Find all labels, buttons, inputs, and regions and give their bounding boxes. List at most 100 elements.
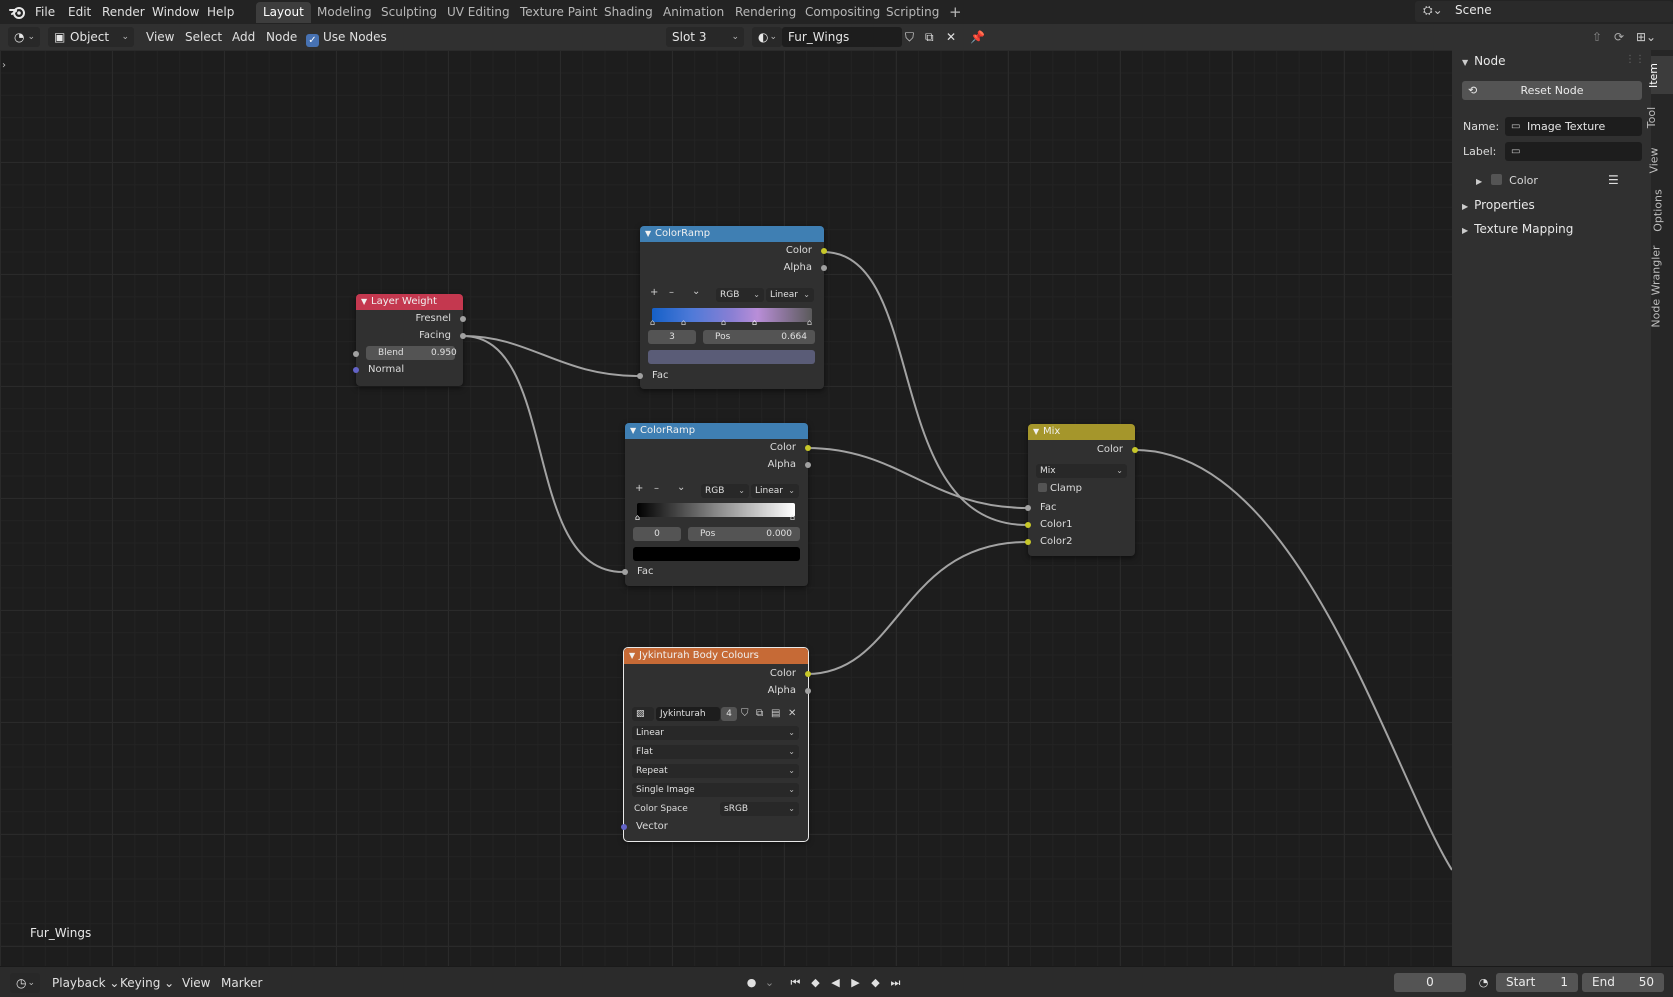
- tab-scripting[interactable]: Scripting: [879, 2, 946, 23]
- ramp-mode-dropdown[interactable]: RGB ⌄: [716, 288, 764, 302]
- node-header[interactable]: ▼ Layer Weight: [356, 294, 463, 310]
- snap-options-icon[interactable]: ⊞⌄: [1636, 27, 1656, 47]
- blend-input-socket[interactable]: [353, 351, 359, 357]
- prev-keyframe-icon[interactable]: ◆: [806, 973, 825, 992]
- tab-node-wrangler[interactable]: Node Wrangler: [1650, 244, 1673, 332]
- preview-range-stopwatch-icon[interactable]: ◔: [1474, 973, 1493, 992]
- ramp-menu-chevron-icon[interactable]: ⌄: [692, 286, 700, 297]
- expand-triangle-icon[interactable]: ▶: [1462, 226, 1468, 235]
- ramp-stop-marker[interactable]: ⌂: [681, 318, 686, 327]
- use-nodes-toggle[interactable]: ✓ Use Nodes: [306, 27, 387, 47]
- node-header[interactable]: ▼ Mix: [1028, 424, 1135, 440]
- image-name-field[interactable]: Jykinturah B...: [656, 707, 720, 721]
- blend-type-dropdown[interactable]: Mix ⌄: [1036, 464, 1127, 478]
- node-name-field[interactable]: ▭ Image Texture: [1505, 117, 1642, 136]
- unlink-material-icon[interactable]: ✕: [946, 27, 956, 47]
- timeline-menu-marker[interactable]: Marker: [221, 974, 262, 992]
- jump-start-icon[interactable]: ⏮: [786, 973, 805, 992]
- use-nodes-checkbox[interactable]: ✓: [306, 34, 319, 47]
- collapse-triangle-icon[interactable]: ▼: [629, 648, 635, 664]
- layer-weight-node[interactable]: ▼ Layer Weight Fresnel Facing Blend 0.950…: [353, 294, 466, 386]
- next-keyframe-icon[interactable]: ◆: [866, 973, 885, 992]
- tab-uv-editing[interactable]: UV Editing: [440, 2, 517, 23]
- collapse-triangle-icon[interactable]: ▼: [645, 226, 651, 242]
- socket-color1[interactable]: Color1: [1025, 518, 1072, 532]
- tab-animation[interactable]: Animation: [656, 2, 731, 23]
- ramp-stop-marker-active[interactable]: ⌂: [635, 513, 640, 522]
- expand-triangle-icon[interactable]: ▶: [1476, 177, 1482, 186]
- stop-pos-field[interactable]: Pos 0.664: [703, 330, 815, 344]
- tab-sculpting[interactable]: Sculpting: [374, 2, 444, 23]
- remove-stop-icon[interactable]: –: [669, 287, 674, 298]
- stop-color-swatch[interactable]: [648, 350, 815, 364]
- parent-tree-icon[interactable]: ⇧: [1592, 27, 1602, 47]
- mix-node[interactable]: ▼ Mix Color Mix ⌄ Clamp Fac Color1 Color2: [1025, 424, 1138, 556]
- duplicate-image-icon[interactable]: ⧉: [756, 708, 763, 719]
- tab-modeling[interactable]: Modeling: [310, 2, 379, 23]
- start-frame-field[interactable]: Start 1: [1496, 973, 1578, 992]
- socket-color2[interactable]: Color2: [1025, 535, 1072, 549]
- add-stop-icon[interactable]: +: [635, 483, 643, 494]
- color-ramp-gradient[interactable]: [637, 503, 795, 517]
- color-presets-icon[interactable]: ☰: [1608, 173, 1619, 187]
- projection-dropdown[interactable]: Flat ⌄: [632, 745, 799, 759]
- stop-color-swatch[interactable]: [633, 547, 800, 561]
- output-socket[interactable]: [460, 316, 466, 322]
- blender-logo-icon[interactable]: [8, 2, 28, 22]
- open-folder-icon[interactable]: ▤: [771, 708, 780, 719]
- input-socket[interactable]: [353, 367, 359, 373]
- expand-triangle-icon[interactable]: ▼: [1462, 58, 1468, 67]
- clamp-toggle[interactable]: Clamp: [1038, 482, 1082, 496]
- tab-rendering[interactable]: Rendering: [728, 2, 803, 23]
- ramp-menu-chevron-icon[interactable]: ⌄: [677, 482, 685, 493]
- input-socket[interactable]: [621, 824, 627, 830]
- timeline-editor-type-dropdown[interactable]: ◷ ⌄: [10, 973, 40, 993]
- ramp-stop-marker[interactable]: ⌂: [807, 318, 812, 327]
- jump-end-icon[interactable]: ⏭: [886, 973, 905, 992]
- ramp-interp-dropdown[interactable]: Linear ⌄: [751, 484, 799, 498]
- remove-stop-icon[interactable]: –: [654, 483, 659, 494]
- socket-color[interactable]: Color: [770, 667, 811, 681]
- colorramp-node-2[interactable]: ▼ ColorRamp Color Alpha + – ⌄ RGB ⌄ Linear…: [622, 423, 811, 586]
- tab-texture-paint[interactable]: Texture Paint: [513, 2, 604, 23]
- node-header[interactable]: ▼ Jykinturah Body Colours: [624, 648, 808, 664]
- fake-user-shield-icon[interactable]: ⛉: [741, 708, 749, 719]
- node-panel-header[interactable]: ▼ Node: [1462, 54, 1505, 68]
- stop-pos-field[interactable]: Pos 0.000: [688, 527, 800, 541]
- add-workspace-button[interactable]: +: [942, 2, 969, 23]
- output-socket[interactable]: [805, 671, 811, 677]
- record-icon[interactable]: ●: [742, 973, 761, 992]
- texture-mapping-panel-header[interactable]: ▶ Texture Mapping: [1462, 222, 1573, 236]
- tab-tool[interactable]: Tool: [1645, 98, 1673, 136]
- input-socket[interactable]: [637, 373, 643, 379]
- material-name-field[interactable]: Fur_Wings: [782, 27, 902, 47]
- color-checkbox[interactable]: [1490, 174, 1502, 185]
- collapse-triangle-icon[interactable]: ▼: [630, 423, 636, 439]
- socket-alpha[interactable]: Alpha: [768, 458, 811, 472]
- image-texture-node[interactable]: ▼ Jykinturah Body Colours Color Alpha ▨ J…: [621, 647, 811, 842]
- input-socket[interactable]: [1025, 522, 1031, 528]
- ramp-interp-dropdown[interactable]: Linear ⌄: [766, 288, 814, 302]
- properties-panel-header[interactable]: ▶ Properties: [1462, 198, 1535, 212]
- output-socket[interactable]: [1132, 447, 1138, 453]
- input-socket[interactable]: [1025, 505, 1031, 511]
- output-socket[interactable]: [805, 462, 811, 468]
- color-subpanel-header[interactable]: ▶ Color: [1476, 174, 1538, 187]
- output-socket[interactable]: [821, 265, 827, 271]
- socket-alpha[interactable]: Alpha: [768, 684, 811, 698]
- add-stop-icon[interactable]: +: [650, 287, 658, 298]
- socket-fac[interactable]: Fac: [1025, 501, 1056, 515]
- timeline-menu-playback[interactable]: Playback ⌄: [52, 974, 119, 992]
- tab-options[interactable]: Options: [1651, 184, 1673, 238]
- current-frame-field[interactable]: 0: [1394, 973, 1466, 992]
- stop-index-field[interactable]: 0: [633, 527, 681, 541]
- scene-selector[interactable]: ⛭⌄ Scene: [1415, 1, 1673, 22]
- color-ramp-gradient[interactable]: [652, 308, 812, 322]
- ramp-stop-marker[interactable]: ⌂: [650, 318, 655, 327]
- drag-handle-icon[interactable]: ⋮⋮: [1625, 54, 1645, 65]
- expand-triangle-icon[interactable]: ▶: [1462, 202, 1468, 211]
- end-frame-field[interactable]: End 50: [1582, 973, 1664, 992]
- record-options-chevron-icon[interactable]: ⌄: [760, 973, 779, 992]
- socket-vector[interactable]: Vector: [621, 820, 668, 834]
- socket-facing[interactable]: Facing: [419, 329, 466, 343]
